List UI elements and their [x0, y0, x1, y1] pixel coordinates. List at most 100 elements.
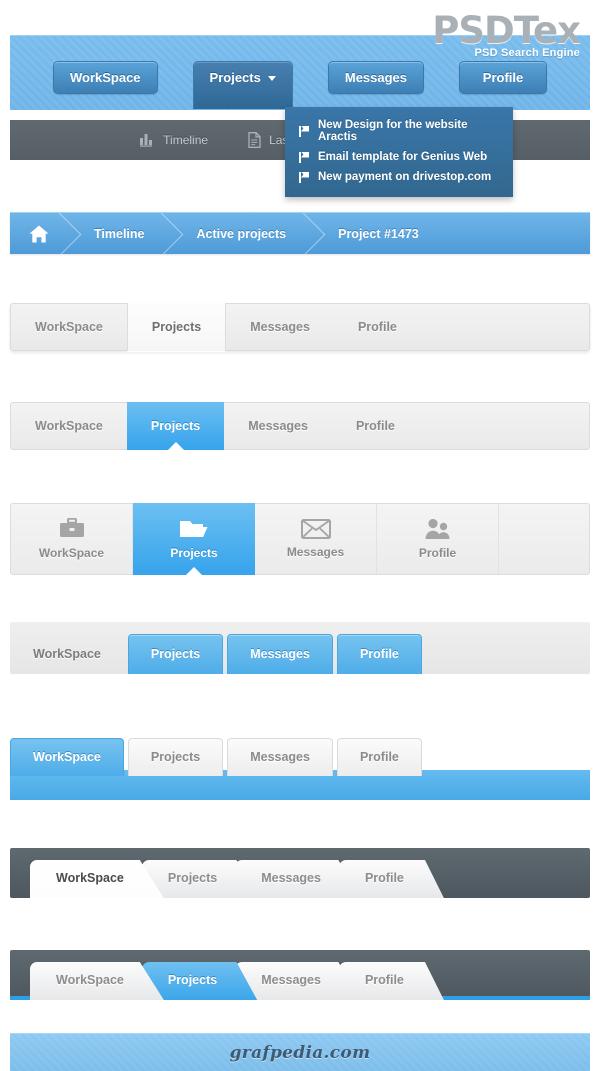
tab-profile[interactable]: Profile [377, 504, 499, 574]
tab-projects[interactable]: Projects [126, 402, 225, 451]
tabset-dark-slanted-blue: WorkSpace Projects Messages Profile [10, 950, 590, 1000]
flag-icon [299, 171, 309, 183]
envelope-icon [300, 519, 331, 539]
breadcrumb-item-timeline[interactable]: Timeline [64, 213, 166, 254]
tab-label: Projects [167, 871, 218, 885]
tab-label: Profile [355, 419, 395, 433]
active-tab-pointer [185, 567, 203, 576]
tab-workspace[interactable]: WorkSpace [10, 738, 124, 776]
nav-button-label: Projects [209, 70, 261, 85]
tabset-row: WorkSpace Projects Messages Profile [10, 622, 422, 674]
nav-button-messages[interactable]: Messages [327, 61, 425, 94]
page-root: PSDTex PSD Search Engine WorkSpace Proje… [0, 0, 600, 1071]
dropdown-item[interactable]: Email template for Genius Web [285, 147, 513, 167]
tab-label: Messages [248, 419, 308, 433]
tab-label: Messages [250, 320, 310, 334]
home-icon [29, 225, 49, 242]
breadcrumb-item-active-projects[interactable]: Active projects [166, 213, 308, 254]
dropdown-item-label: New payment on drivestop.com [318, 171, 492, 183]
tabset-row: WorkSpace Projects Messages Profile [30, 962, 444, 1000]
subnav-item-label: Timeline [163, 133, 209, 147]
nav-button-label: WorkSpace [69, 70, 141, 85]
tab-label: Messages [286, 545, 345, 559]
users-icon [425, 518, 449, 539]
nav-button-workspace[interactable]: WorkSpace [52, 61, 158, 94]
tab-label: Profile [359, 647, 399, 661]
tabset-icon-tabs: WorkSpace Projects Messages Profile [10, 503, 590, 576]
tab-profile[interactable]: Profile [332, 403, 419, 449]
tab-label: Profile [364, 973, 404, 987]
tab-label: Projects [151, 320, 202, 334]
tab-label: Projects [170, 546, 218, 560]
tab-projects[interactable]: Projects [127, 634, 224, 674]
flag-icon [299, 151, 309, 163]
tab-label: WorkSpace [56, 973, 124, 987]
tabset-blue-pills: WorkSpace Projects Messages Profile [10, 622, 590, 674]
breadcrumb: Timeline Active projects Project #1473 [10, 212, 590, 254]
tab-messages[interactable]: Messages [227, 634, 333, 674]
tab-label: Messages [261, 973, 321, 987]
tabset-blue-active: WorkSpace Projects Messages Profile [10, 402, 590, 451]
tab-messages[interactable]: Messages [227, 738, 333, 776]
tab-projects[interactable]: Projects [127, 738, 224, 776]
tabset-filler [499, 504, 589, 574]
nav-button-projects[interactable]: Projects [192, 61, 293, 109]
tab-label: Projects [150, 647, 201, 661]
breadcrumb-item-project[interactable]: Project #1473 [308, 213, 441, 254]
tab-label: WorkSpace [35, 419, 103, 433]
tab-label: WorkSpace [35, 320, 103, 334]
projects-dropdown-menu: New Design for the website Aractis Email… [285, 107, 513, 197]
breadcrumb-home[interactable] [10, 213, 64, 254]
primary-nav: WorkSpace Projects Messages Profile [10, 61, 590, 109]
briefcase-icon [59, 518, 84, 537]
tab-profile[interactable]: Profile [336, 738, 422, 776]
breadcrumb-label: Timeline [94, 226, 145, 241]
tab-profile[interactable]: Profile [336, 634, 422, 674]
tab-label: Profile [418, 546, 457, 560]
site-footer: grafpedia.com [10, 1033, 590, 1071]
tab-label: Profile [364, 871, 404, 885]
dropdown-item[interactable]: New Design for the website Aractis [285, 115, 513, 147]
tab-label: Messages [250, 750, 310, 764]
nav-button-label: Messages [344, 70, 408, 85]
tab-label: Messages [261, 871, 321, 885]
nav-button-profile[interactable]: Profile [459, 61, 548, 94]
bar-chart-icon [140, 134, 153, 147]
tab-label: Profile [357, 320, 397, 334]
tab-label: WorkSpace [33, 750, 101, 764]
chevron-down-icon [267, 76, 276, 82]
tab-label: Projects [150, 750, 201, 764]
tab-label: WorkSpace [38, 546, 105, 560]
dropdown-item-label: Email template for Genius Web [318, 151, 488, 163]
site-logo: PSDTex PSD Search Engine [432, 9, 581, 60]
logo-title: PSDTex [432, 9, 581, 52]
tab-messages[interactable]: Messages [224, 403, 332, 449]
breadcrumb-label: Active projects [196, 226, 287, 241]
tab-label: WorkSpace [33, 647, 101, 661]
site-header: PSDTex PSD Search Engine WorkSpace Proje… [10, 12, 590, 110]
active-tab-pointer [166, 442, 185, 451]
tab-workspace[interactable]: WorkSpace [11, 504, 133, 574]
tab-workspace[interactable]: WorkSpace [11, 403, 127, 449]
subnav-item-timeline[interactable]: Timeline [140, 133, 208, 147]
tab-workspace[interactable]: WorkSpace [10, 634, 124, 674]
tabset-row: WorkSpace Projects Messages Profile [10, 738, 422, 776]
tab-label: WorkSpace [56, 871, 124, 885]
tab-projects[interactable]: Projects [133, 503, 255, 576]
flag-icon [299, 125, 309, 137]
dropdown-item[interactable]: New payment on drivestop.com [285, 167, 513, 187]
tab-messages[interactable]: Messages [226, 304, 334, 350]
folder-icon [180, 521, 208, 537]
tab-label: Projects [167, 973, 218, 987]
tab-messages[interactable]: Messages [255, 504, 377, 574]
document-icon [248, 132, 261, 148]
tab-projects[interactable]: Projects [126, 303, 227, 351]
footer-brand: grafpedia.com [229, 1042, 371, 1063]
tab-workspace[interactable]: WorkSpace [11, 304, 127, 350]
tabset-blue-band: WorkSpace Projects Messages Profile [10, 732, 590, 800]
tab-label: Profile [359, 750, 399, 764]
tabset-row: WorkSpace Projects Messages Profile [30, 860, 444, 898]
tab-profile[interactable]: Profile [334, 304, 421, 350]
tabset-light-underline: WorkSpace Projects Messages Profile [10, 303, 590, 351]
dropdown-item-label: New Design for the website Aractis [318, 119, 468, 143]
